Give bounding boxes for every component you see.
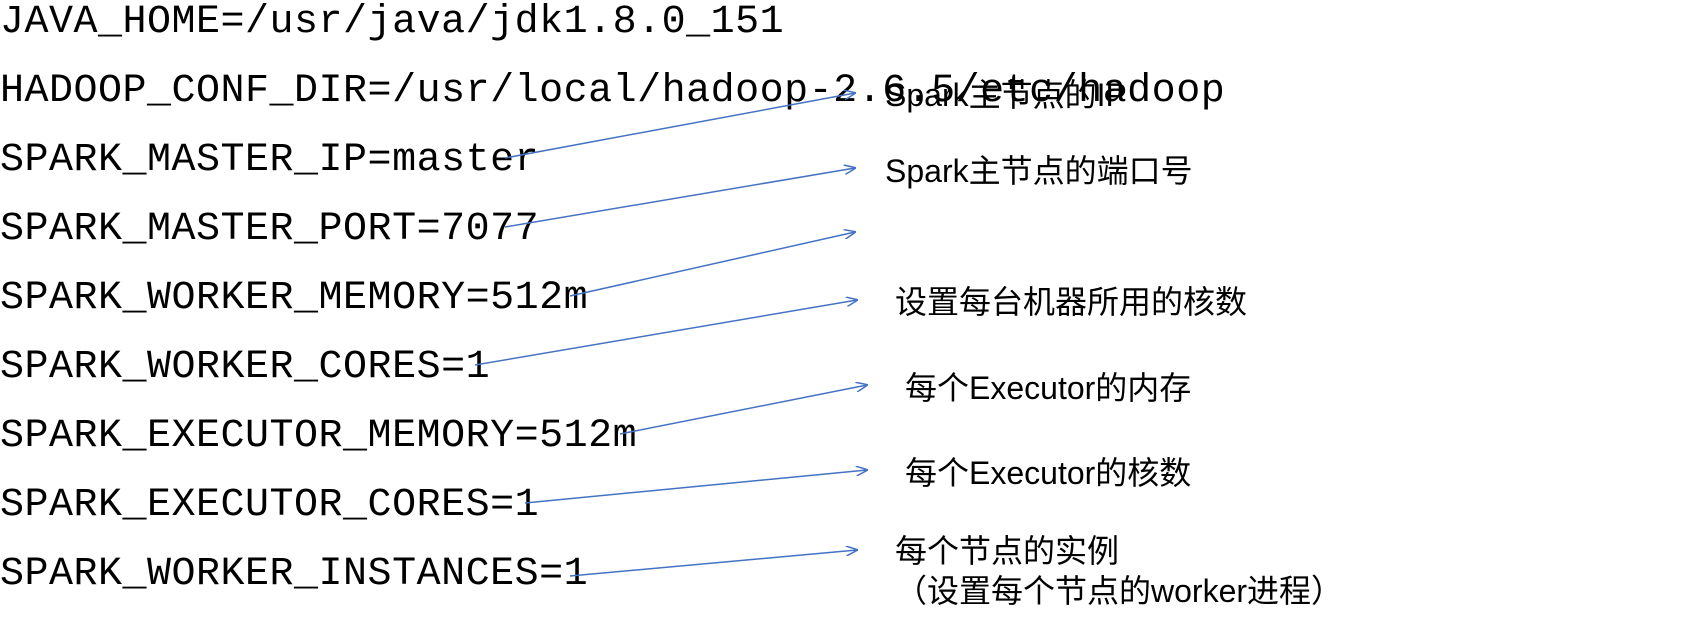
config-line-spark-executor-memory: SPARK_EXECUTOR_MEMORY=512m <box>0 414 637 459</box>
arrow-master-port <box>505 168 855 227</box>
annotation-worker-cores: 设置每台机器所用的核数 <box>895 282 1247 322</box>
config-line-spark-master-ip: SPARK_MASTER_IP=master <box>0 138 539 183</box>
config-line-spark-master-port: SPARK_MASTER_PORT=7077 <box>0 207 539 252</box>
annotation-worker-instances: 每个节点的实例 （设置每个节点的worker进程） <box>895 531 1343 611</box>
arrow-executor-memory <box>620 385 867 434</box>
arrow-executor-cores <box>525 470 867 503</box>
config-line-spark-worker-memory: SPARK_WORKER_MEMORY=512m <box>0 276 588 321</box>
annotation-worker-instances-line2: （设置每个节点的worker进程） <box>895 573 1343 609</box>
annotation-master-port: Spark主节点的端口号 <box>885 151 1193 191</box>
annotation-executor-cores: 每个Executor的核数 <box>905 453 1191 493</box>
arrow-worker-instances <box>570 550 857 576</box>
annotation-executor-memory: 每个Executor的内存 <box>905 368 1191 408</box>
annotation-master-ip: Spark主节点的IP <box>885 75 1127 115</box>
config-line-java-home: JAVA_HOME=/usr/java/jdk1.8.0_151 <box>0 0 784 45</box>
config-line-spark-worker-cores: SPARK_WORKER_CORES=1 <box>0 345 490 390</box>
config-line-spark-worker-instances: SPARK_WORKER_INSTANCES=1 <box>0 552 588 597</box>
config-line-spark-executor-cores: SPARK_EXECUTOR_CORES=1 <box>0 483 539 528</box>
arrow-worker-memory <box>570 232 855 296</box>
annotation-worker-instances-line1: 每个节点的实例 <box>895 533 1119 569</box>
